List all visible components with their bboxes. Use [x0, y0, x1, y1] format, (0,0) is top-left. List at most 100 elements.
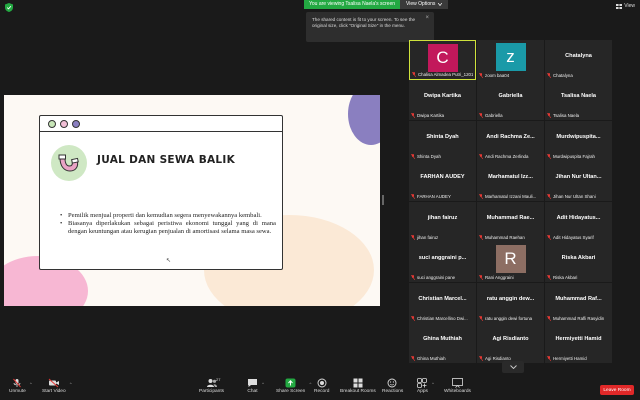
participant-name: Jihan Nur Ultan... — [555, 174, 602, 180]
participant-label-text: Muhammad Rafli Rasyidin — [553, 316, 605, 321]
muted-mic-icon — [479, 356, 483, 361]
muted-mic-icon — [411, 194, 415, 199]
participant-tile[interactable]: jihan fairuz jihan fairuz — [409, 202, 476, 242]
participant-name: Murdwipuspita... — [556, 134, 601, 140]
reactions-button[interactable]: Reactions — [382, 378, 403, 394]
participant-name: Tsalisa Naela — [560, 93, 597, 99]
participant-label: Muhammad Rafli Rasyidin — [547, 316, 610, 321]
chevron-up-icon[interactable]: ^ — [262, 381, 264, 386]
participant-label: Tsalisa Naela — [547, 113, 610, 118]
participant-name: Muhammad Rae... — [486, 215, 535, 221]
participant-label: Gabriella — [479, 113, 542, 118]
apps-button[interactable]: Apps ^ — [417, 378, 434, 394]
whiteboard-icon — [452, 378, 463, 388]
muted-mic-icon — [547, 316, 551, 321]
participant-tile[interactable]: Marhamatul Izz... Marhamatul Izzani Mauli… — [477, 161, 544, 201]
participant-tile[interactable]: Gabriella Gabriella — [477, 80, 544, 120]
participant-label: Muhammad Raehan — [479, 235, 542, 240]
chat-button[interactable]: Chat ^ — [247, 378, 264, 394]
participant-tile[interactable]: Agi Risdianto Agi Risdianto — [477, 323, 544, 363]
participant-tile[interactable]: Jihan Nur Ultan... Jihan Nur Ultan Shani — [545, 161, 612, 201]
participant-tile[interactable]: z zoom baa04 — [477, 40, 544, 80]
participant-label-text: Ghina Muthiah — [417, 356, 446, 361]
participant-tile[interactable]: Chatalyna Chatalyna — [545, 40, 612, 80]
muted-mic-icon — [479, 154, 483, 159]
muted-mic-icon — [479, 113, 483, 118]
participants-label: Participants — [199, 389, 225, 394]
participant-label-text: zoom baa04 — [485, 73, 510, 78]
participant-name: Shinta Dyah — [426, 134, 459, 140]
muted-mic-icon — [479, 316, 483, 321]
participant-tile[interactable]: R Rani Anggraini — [477, 242, 544, 282]
participant-tile[interactable]: suci anggraini p... suci anggraini pane — [409, 242, 476, 282]
participants-button[interactable]: Participants 27 — [199, 377, 225, 394]
view-options-button[interactable]: View Options — [400, 0, 449, 9]
participant-tile[interactable]: Hermiyetti Hamid Hermiyetti Hamid — [545, 323, 612, 363]
chat-label: Chat — [247, 389, 258, 394]
participant-tile[interactable]: Shinta Dyah Shinta Dyah — [409, 121, 476, 161]
mouse-cursor-icon: ↖ — [166, 258, 172, 264]
participants-count: 27 — [216, 377, 221, 382]
chevron-up-icon[interactable]: ^ — [70, 381, 72, 386]
participant-tile[interactable]: FARHAN AUDEY FARHAN AUDEY — [409, 161, 476, 201]
participant-tile[interactable]: Adit Hidayatus... Adit Hidayatus Syarif — [545, 202, 612, 242]
muted-mic-icon — [479, 194, 483, 199]
participant-label: Shinta Dyah — [411, 154, 474, 159]
participant-tile[interactable]: Tsalisa Naela Tsalisa Naela — [545, 80, 612, 120]
muted-mic-icon — [547, 154, 551, 159]
breakout-rooms-label: Breakout Rooms — [340, 389, 376, 394]
record-button[interactable]: Record — [314, 378, 329, 394]
breakout-rooms-button[interactable]: Breakout Rooms — [340, 378, 376, 394]
participant-tile[interactable]: Dwipa Kartika Dwipa Kartika — [409, 80, 476, 120]
close-icon[interactable]: × — [425, 15, 429, 21]
share-screen-label: Share Screen — [276, 389, 306, 394]
chevron-up-icon[interactable]: ^ — [30, 381, 32, 386]
participant-tile[interactable]: Andi Rachma Ze... Andi Rachma Zerlinda — [477, 121, 544, 161]
whiteboards-button[interactable]: Whiteboards — [444, 378, 471, 394]
participant-tile[interactable]: C Chalisa Almadea Putri_1201... — [409, 40, 476, 80]
participant-label-text: Tsalisa Naela — [553, 113, 580, 118]
chevron-down-icon — [438, 3, 443, 6]
participant-label-text: Riska Akbari — [553, 275, 578, 280]
muted-mic-icon — [547, 235, 551, 240]
window-dot — [60, 119, 68, 128]
participant-tile[interactable]: Ghina Muthiah Ghina Muthiah — [409, 323, 476, 363]
slide-bullets: Pemilik menjual properti dan kemudian se… — [60, 212, 276, 236]
muted-mic-icon — [479, 235, 483, 240]
participant-name: jihan fairuz — [427, 215, 458, 221]
participant-tile[interactable]: Christian Marcel... Christian Marcellino … — [409, 283, 476, 323]
next-page-button[interactable] — [502, 361, 524, 373]
panel-resize-handle[interactable] — [382, 195, 384, 205]
participant-label-text: Christian Marcellino Dwi... — [417, 316, 468, 321]
participant-tile[interactable]: ratu anggin dew... ratu anggin dewi fortu… — [477, 283, 544, 323]
participant-label-text: Rani Anggraini — [485, 275, 514, 280]
share-screen-button[interactable]: Share Screen ^ — [276, 378, 311, 394]
participant-label: zoom baa04 — [479, 73, 542, 78]
participant-label-text: Chatalyna — [553, 73, 573, 78]
participant-label: Dwipa Kartika — [411, 113, 474, 118]
reactions-label: Reactions — [382, 389, 404, 394]
muted-mic-icon — [411, 275, 415, 280]
participant-tile[interactable]: Riska Akbari Riska Akbari — [545, 242, 612, 282]
muted-mic-icon — [547, 113, 551, 118]
participant-tile[interactable]: Murdwipuspita... Murdwipuspita Fajrah — [545, 121, 612, 161]
leave-room-button[interactable]: Leave Room — [600, 385, 634, 395]
view-options-label: View Options — [406, 1, 436, 7]
participant-label: Chalisa Almadea Putri_1201... — [412, 72, 473, 77]
start-video-button[interactable]: Start Video ^ — [42, 378, 72, 394]
participant-tile[interactable]: Muhammad Raf... Muhammad Rafli Rasyidin — [545, 283, 612, 323]
participant-label-text: Chalisa Almadea Putri_1201... — [418, 72, 473, 77]
participant-label-text: Adit Hidayatus Syarif — [553, 235, 594, 240]
chevron-up-icon[interactable]: ^ — [432, 381, 434, 386]
shield-icon[interactable] — [5, 3, 13, 12]
chevron-up-icon[interactable]: ^ — [309, 381, 311, 386]
participant-label-text: Hermiyetti Hamid — [553, 356, 587, 361]
viewing-text: You are viewing Tsalisa Naela's screen — [304, 0, 401, 9]
participant-tile[interactable]: Muhammad Rae... Muhammad Raehan — [477, 202, 544, 242]
participant-label-text: jihan fairuz — [417, 235, 439, 240]
muted-mic-icon — [479, 275, 483, 280]
unmute-button[interactable]: Unmute ^ — [9, 378, 32, 394]
participant-label: Murdwipuspita Fajrah — [547, 154, 610, 159]
participant-label: Andi Rachma Zerlinda — [479, 154, 542, 159]
view-button[interactable]: View — [616, 3, 635, 9]
